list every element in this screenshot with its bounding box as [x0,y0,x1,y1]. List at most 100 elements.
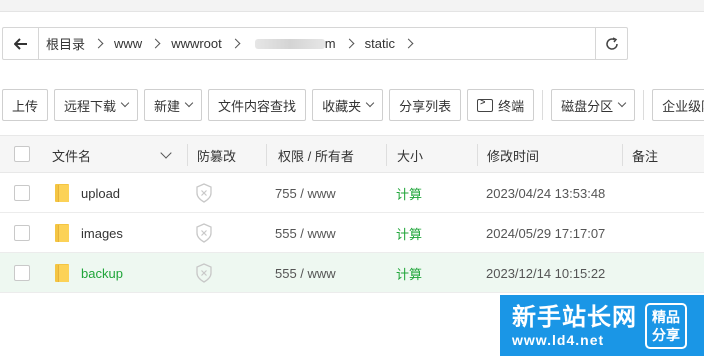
file-name[interactable]: upload [81,186,120,201]
mtime-value: 2023/04/24 13:53:48 [486,185,606,201]
mtime-cell: 2023/04/24 13:53:48 [486,173,605,213]
shield-icon [196,223,212,243]
chevron-down-icon [365,98,375,108]
favorites-label: 收藏夹 [322,98,362,114]
size-cell[interactable]: 计算 [396,213,422,253]
watermark-title: 新手站长网 [512,302,637,331]
column-divider [622,144,623,166]
permission-cell[interactable]: 555 / www [275,253,336,293]
favorites-dropdown[interactable]: 收藏夹 [312,89,384,121]
upload-button[interactable]: 上传 [2,89,49,121]
shield-icon [196,183,212,203]
window-top-strip [0,0,704,12]
watermark-badge: 精品 分享 [645,302,687,349]
chevron-right-icon [344,38,355,49]
chevron-down-icon [184,98,194,108]
table-row[interactable]: upload 755 / www 计算 2023/04/24 13:53:48 [0,173,704,213]
crumb-www[interactable]: www [114,36,142,51]
row-check-cell [0,264,44,281]
site-watermark: 新手站长网 www.ld4.net 精品 分享 [500,295,704,356]
header-name-label: 文件名 [52,148,92,164]
header-note-label: 备注 [632,148,659,164]
header-mtime-label: 修改时间 [487,148,540,164]
file-name-cell[interactable]: backup [55,253,123,293]
calculate-size-link[interactable]: 计算 [396,184,422,203]
header-size[interactable]: 大小 [397,136,423,174]
terminal-icon [477,97,494,112]
chevron-down-icon [617,98,627,108]
tamper-cell[interactable] [195,173,213,213]
column-divider [266,144,267,166]
enterprise-label: 企业级防 [662,98,704,114]
permission-cell[interactable]: 755 / www [275,173,336,213]
row-checkbox[interactable] [14,184,30,201]
calculate-size-link[interactable]: 计算 [396,264,422,283]
tamper-cell[interactable] [195,253,213,293]
column-divider [477,144,478,166]
file-name-cell[interactable]: images [55,213,123,253]
terminal-button[interactable]: 终端 [467,89,535,121]
folder-icon [55,184,69,202]
header-mtime[interactable]: 修改时间 [487,136,539,174]
row-checkbox[interactable] [14,224,30,241]
enterprise-protection-button[interactable]: 企业级防 [652,89,704,121]
calculate-size-link[interactable]: 计算 [396,224,422,243]
tamper-cell[interactable] [195,213,213,253]
header-tamper-label: 防篡改 [197,148,237,164]
mtime-value: 2023/12/14 10:15:22 [486,265,606,281]
watermark-badge-line2: 分享 [652,326,680,343]
size-cell[interactable]: 计算 [396,253,422,293]
crumb-site[interactable]: m [325,36,336,51]
share-list-label: 分享列表 [399,98,452,114]
refresh-button[interactable] [595,28,627,59]
select-all-checkbox[interactable] [14,146,30,162]
row-check-cell [0,224,44,241]
remote-download-label: 远程下载 [64,98,117,114]
crumb-static[interactable]: static [365,36,395,51]
path-bar: 根目录 www wwwroot m static [2,27,628,60]
file-name-cell[interactable]: upload [55,173,120,213]
redacted-domain [254,38,325,49]
header-note: 备注 [632,136,658,174]
disk-partition-dropdown[interactable]: 磁盘分区 [551,89,636,121]
terminal-label: 终端 [498,98,525,114]
permission-cell[interactable]: 555 / www [275,213,336,253]
back-button[interactable] [3,28,39,59]
mtime-cell: 2023/12/14 10:15:22 [486,253,605,293]
crumb-root[interactable]: 根目录 [46,34,85,53]
mtime-value: 2024/05/29 17:17:07 [486,225,606,241]
header-permission[interactable]: 权限 / 所有者 [278,136,354,174]
permission-value[interactable]: 555 / www [275,266,336,281]
sort-toggle[interactable] [160,136,172,174]
chevron-down-icon [160,146,172,159]
size-cell[interactable]: 计算 [396,173,422,213]
column-divider [386,144,387,166]
permission-value[interactable]: 555 / www [275,226,336,241]
mtime-cell: 2024/05/29 17:17:07 [486,213,605,253]
new-label: 新建 [154,98,181,114]
permission-value[interactable]: 755 / www [275,186,336,201]
watermark-badge-line1: 精品 [652,308,680,325]
chevron-right-icon [93,38,104,49]
remote-download-dropdown[interactable]: 远程下载 [54,89,139,121]
file-name[interactable]: backup [81,266,123,281]
header-name[interactable]: 文件名 [52,136,91,174]
new-dropdown[interactable]: 新建 [144,89,203,121]
select-all-cell [0,146,44,162]
crumb-wwwroot[interactable]: wwwroot [171,36,222,51]
table-row[interactable]: backup 555 / www 计算 2023/12/14 10:15:22 [0,253,704,293]
row-checkbox[interactable] [14,264,30,281]
file-toolbar: 上传 远程下载 新建 文件内容查找 收藏夹 分享列表 终端 磁盘分区 企业级防 [2,89,704,121]
table-row[interactable]: images 555 / www 计算 2024/05/29 17:17:07 [0,213,704,253]
file-name[interactable]: images [81,226,123,241]
chevron-right-icon [403,38,414,49]
refresh-icon [605,36,618,50]
row-check-cell [0,184,44,201]
toolbar-divider [643,90,645,120]
chevron-down-icon [120,98,130,108]
breadcrumb: 根目录 www wwwroot m static [39,28,595,59]
content-search-button[interactable]: 文件内容查找 [208,89,307,121]
disk-partition-label: 磁盘分区 [561,98,614,114]
share-list-button[interactable]: 分享列表 [389,89,462,121]
header-size-label: 大小 [397,148,424,164]
